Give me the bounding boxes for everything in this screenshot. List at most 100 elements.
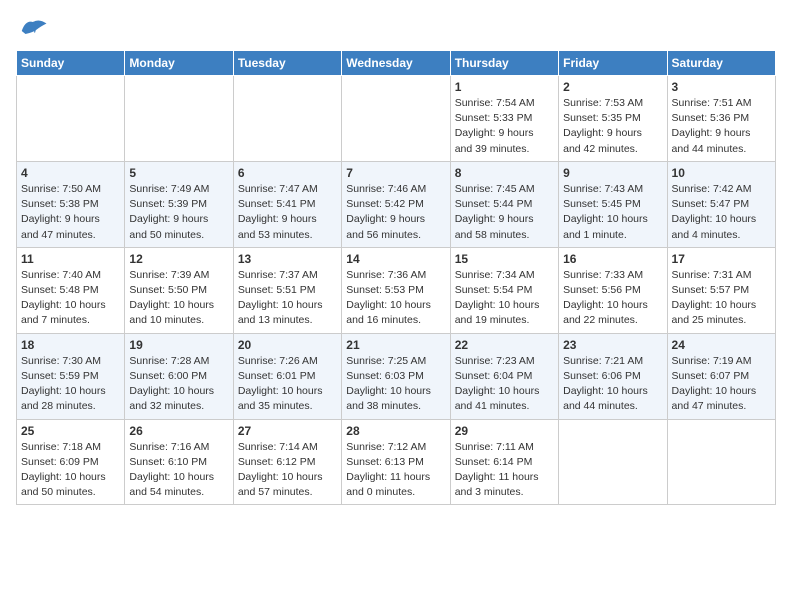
calendar-cell	[17, 76, 125, 162]
day-number: 24	[672, 338, 771, 352]
day-number: 20	[238, 338, 337, 352]
day-number: 17	[672, 252, 771, 266]
day-number: 5	[129, 166, 228, 180]
calendar-cell: 13 Sunrise: 7:37 AM Sunset: 5:51 PM Dayli…	[233, 247, 341, 333]
day-info: Sunrise: 7:33 AM Sunset: 5:56 PM Dayligh…	[563, 268, 662, 329]
day-info: Sunrise: 7:47 AM Sunset: 5:41 PM Dayligh…	[238, 182, 337, 243]
day-info: Sunrise: 7:30 AM Sunset: 5:59 PM Dayligh…	[21, 354, 120, 415]
calendar-cell: 1Sunrise: 7:54 AM Sunset: 5:33 PM Daylig…	[450, 76, 558, 162]
calendar-cell: 7 Sunrise: 7:46 AM Sunset: 5:42 PM Daylig…	[342, 161, 450, 247]
day-info: Sunrise: 7:54 AM Sunset: 5:33 PM Dayligh…	[455, 96, 554, 157]
day-info: Sunrise: 7:49 AM Sunset: 5:39 PM Dayligh…	[129, 182, 228, 243]
day-info: Sunrise: 7:31 AM Sunset: 5:57 PM Dayligh…	[672, 268, 771, 329]
calendar-table: SundayMondayTuesdayWednesdayThursdayFrid…	[16, 50, 776, 505]
calendar-cell: 4 Sunrise: 7:50 AM Sunset: 5:38 PM Daylig…	[17, 161, 125, 247]
day-info: Sunrise: 7:26 AM Sunset: 6:01 PM Dayligh…	[238, 354, 337, 415]
day-number: 7	[346, 166, 445, 180]
day-info: Sunrise: 7:45 AM Sunset: 5:44 PM Dayligh…	[455, 182, 554, 243]
weekday-header-wednesday: Wednesday	[342, 51, 450, 76]
day-number: 9	[563, 166, 662, 180]
day-info: Sunrise: 7:11 AM Sunset: 6:14 PM Dayligh…	[455, 440, 554, 501]
calendar-cell: 14 Sunrise: 7:36 AM Sunset: 5:53 PM Dayli…	[342, 247, 450, 333]
calendar-cell: 18 Sunrise: 7:30 AM Sunset: 5:59 PM Dayli…	[17, 333, 125, 419]
logo	[16, 16, 48, 40]
calendar-cell: 24 Sunrise: 7:19 AM Sunset: 6:07 PM Dayli…	[667, 333, 775, 419]
day-number: 13	[238, 252, 337, 266]
day-number: 14	[346, 252, 445, 266]
calendar-cell: 28Sunrise: 7:12 AM Sunset: 6:13 PM Dayli…	[342, 419, 450, 505]
calendar-week-row: 1Sunrise: 7:54 AM Sunset: 5:33 PM Daylig…	[17, 76, 776, 162]
page-header	[16, 16, 776, 40]
calendar-cell: 26 Sunrise: 7:16 AM Sunset: 6:10 PM Dayli…	[125, 419, 233, 505]
day-number: 10	[672, 166, 771, 180]
day-info: Sunrise: 7:50 AM Sunset: 5:38 PM Dayligh…	[21, 182, 120, 243]
day-number: 12	[129, 252, 228, 266]
day-number: 16	[563, 252, 662, 266]
calendar-cell: 21Sunrise: 7:25 AM Sunset: 6:03 PM Dayli…	[342, 333, 450, 419]
calendar-cell: 6 Sunrise: 7:47 AM Sunset: 5:41 PM Daylig…	[233, 161, 341, 247]
day-number: 3	[672, 80, 771, 94]
calendar-cell: 10 Sunrise: 7:42 AM Sunset: 5:47 PM Dayli…	[667, 161, 775, 247]
calendar-cell: 23 Sunrise: 7:21 AM Sunset: 6:06 PM Dayli…	[559, 333, 667, 419]
day-info: Sunrise: 7:46 AM Sunset: 5:42 PM Dayligh…	[346, 182, 445, 243]
day-info: Sunrise: 7:14 AM Sunset: 6:12 PM Dayligh…	[238, 440, 337, 501]
day-info: Sunrise: 7:36 AM Sunset: 5:53 PM Dayligh…	[346, 268, 445, 329]
day-number: 18	[21, 338, 120, 352]
calendar-cell: 20 Sunrise: 7:26 AM Sunset: 6:01 PM Dayli…	[233, 333, 341, 419]
calendar-cell: 2 Sunrise: 7:53 AM Sunset: 5:35 PM Daylig…	[559, 76, 667, 162]
calendar-cell	[559, 419, 667, 505]
calendar-cell: 3 Sunrise: 7:51 AM Sunset: 5:36 PM Daylig…	[667, 76, 775, 162]
calendar-week-row: 11 Sunrise: 7:40 AM Sunset: 5:48 PM Dayli…	[17, 247, 776, 333]
calendar-cell: 8 Sunrise: 7:45 AM Sunset: 5:44 PM Daylig…	[450, 161, 558, 247]
weekday-header-saturday: Saturday	[667, 51, 775, 76]
day-info: Sunrise: 7:51 AM Sunset: 5:36 PM Dayligh…	[672, 96, 771, 157]
day-info: Sunrise: 7:19 AM Sunset: 6:07 PM Dayligh…	[672, 354, 771, 415]
calendar-cell: 19Sunrise: 7:28 AM Sunset: 6:00 PM Dayli…	[125, 333, 233, 419]
calendar-cell	[233, 76, 341, 162]
day-info: Sunrise: 7:42 AM Sunset: 5:47 PM Dayligh…	[672, 182, 771, 243]
logo-bird-icon	[18, 16, 48, 40]
day-info: Sunrise: 7:37 AM Sunset: 5:51 PM Dayligh…	[238, 268, 337, 329]
day-info: Sunrise: 7:25 AM Sunset: 6:03 PM Dayligh…	[346, 354, 445, 415]
calendar-week-row: 4 Sunrise: 7:50 AM Sunset: 5:38 PM Daylig…	[17, 161, 776, 247]
day-number: 6	[238, 166, 337, 180]
calendar-cell	[667, 419, 775, 505]
day-info: Sunrise: 7:40 AM Sunset: 5:48 PM Dayligh…	[21, 268, 120, 329]
calendar-cell: 5 Sunrise: 7:49 AM Sunset: 5:39 PM Daylig…	[125, 161, 233, 247]
day-info: Sunrise: 7:16 AM Sunset: 6:10 PM Dayligh…	[129, 440, 228, 501]
day-number: 4	[21, 166, 120, 180]
day-info: Sunrise: 7:23 AM Sunset: 6:04 PM Dayligh…	[455, 354, 554, 415]
day-info: Sunrise: 7:18 AM Sunset: 6:09 PM Dayligh…	[21, 440, 120, 501]
day-number: 29	[455, 424, 554, 438]
day-info: Sunrise: 7:34 AM Sunset: 5:54 PM Dayligh…	[455, 268, 554, 329]
calendar-cell: 9 Sunrise: 7:43 AM Sunset: 5:45 PM Daylig…	[559, 161, 667, 247]
day-number: 26	[129, 424, 228, 438]
calendar-cell: 25 Sunrise: 7:18 AM Sunset: 6:09 PM Dayli…	[17, 419, 125, 505]
weekday-header-thursday: Thursday	[450, 51, 558, 76]
weekday-header-friday: Friday	[559, 51, 667, 76]
weekday-header-tuesday: Tuesday	[233, 51, 341, 76]
day-info: Sunrise: 7:28 AM Sunset: 6:00 PM Dayligh…	[129, 354, 228, 415]
calendar-cell: 22Sunrise: 7:23 AM Sunset: 6:04 PM Dayli…	[450, 333, 558, 419]
day-info: Sunrise: 7:43 AM Sunset: 5:45 PM Dayligh…	[563, 182, 662, 243]
day-number: 8	[455, 166, 554, 180]
calendar-cell: 27 Sunrise: 7:14 AM Sunset: 6:12 PM Dayli…	[233, 419, 341, 505]
day-number: 2	[563, 80, 662, 94]
day-number: 11	[21, 252, 120, 266]
calendar-cell	[125, 76, 233, 162]
day-number: 27	[238, 424, 337, 438]
day-info: Sunrise: 7:39 AM Sunset: 5:50 PM Dayligh…	[129, 268, 228, 329]
day-info: Sunrise: 7:12 AM Sunset: 6:13 PM Dayligh…	[346, 440, 445, 501]
day-info: Sunrise: 7:21 AM Sunset: 6:06 PM Dayligh…	[563, 354, 662, 415]
logo-text	[16, 16, 48, 40]
day-info: Sunrise: 7:53 AM Sunset: 5:35 PM Dayligh…	[563, 96, 662, 157]
weekday-header-sunday: Sunday	[17, 51, 125, 76]
calendar-week-row: 18 Sunrise: 7:30 AM Sunset: 5:59 PM Dayli…	[17, 333, 776, 419]
day-number: 25	[21, 424, 120, 438]
calendar-cell: 15 Sunrise: 7:34 AM Sunset: 5:54 PM Dayli…	[450, 247, 558, 333]
day-number: 23	[563, 338, 662, 352]
calendar-cell: 16 Sunrise: 7:33 AM Sunset: 5:56 PM Dayli…	[559, 247, 667, 333]
calendar-cell: 29 Sunrise: 7:11 AM Sunset: 6:14 PM Dayli…	[450, 419, 558, 505]
day-number: 15	[455, 252, 554, 266]
weekday-header-monday: Monday	[125, 51, 233, 76]
